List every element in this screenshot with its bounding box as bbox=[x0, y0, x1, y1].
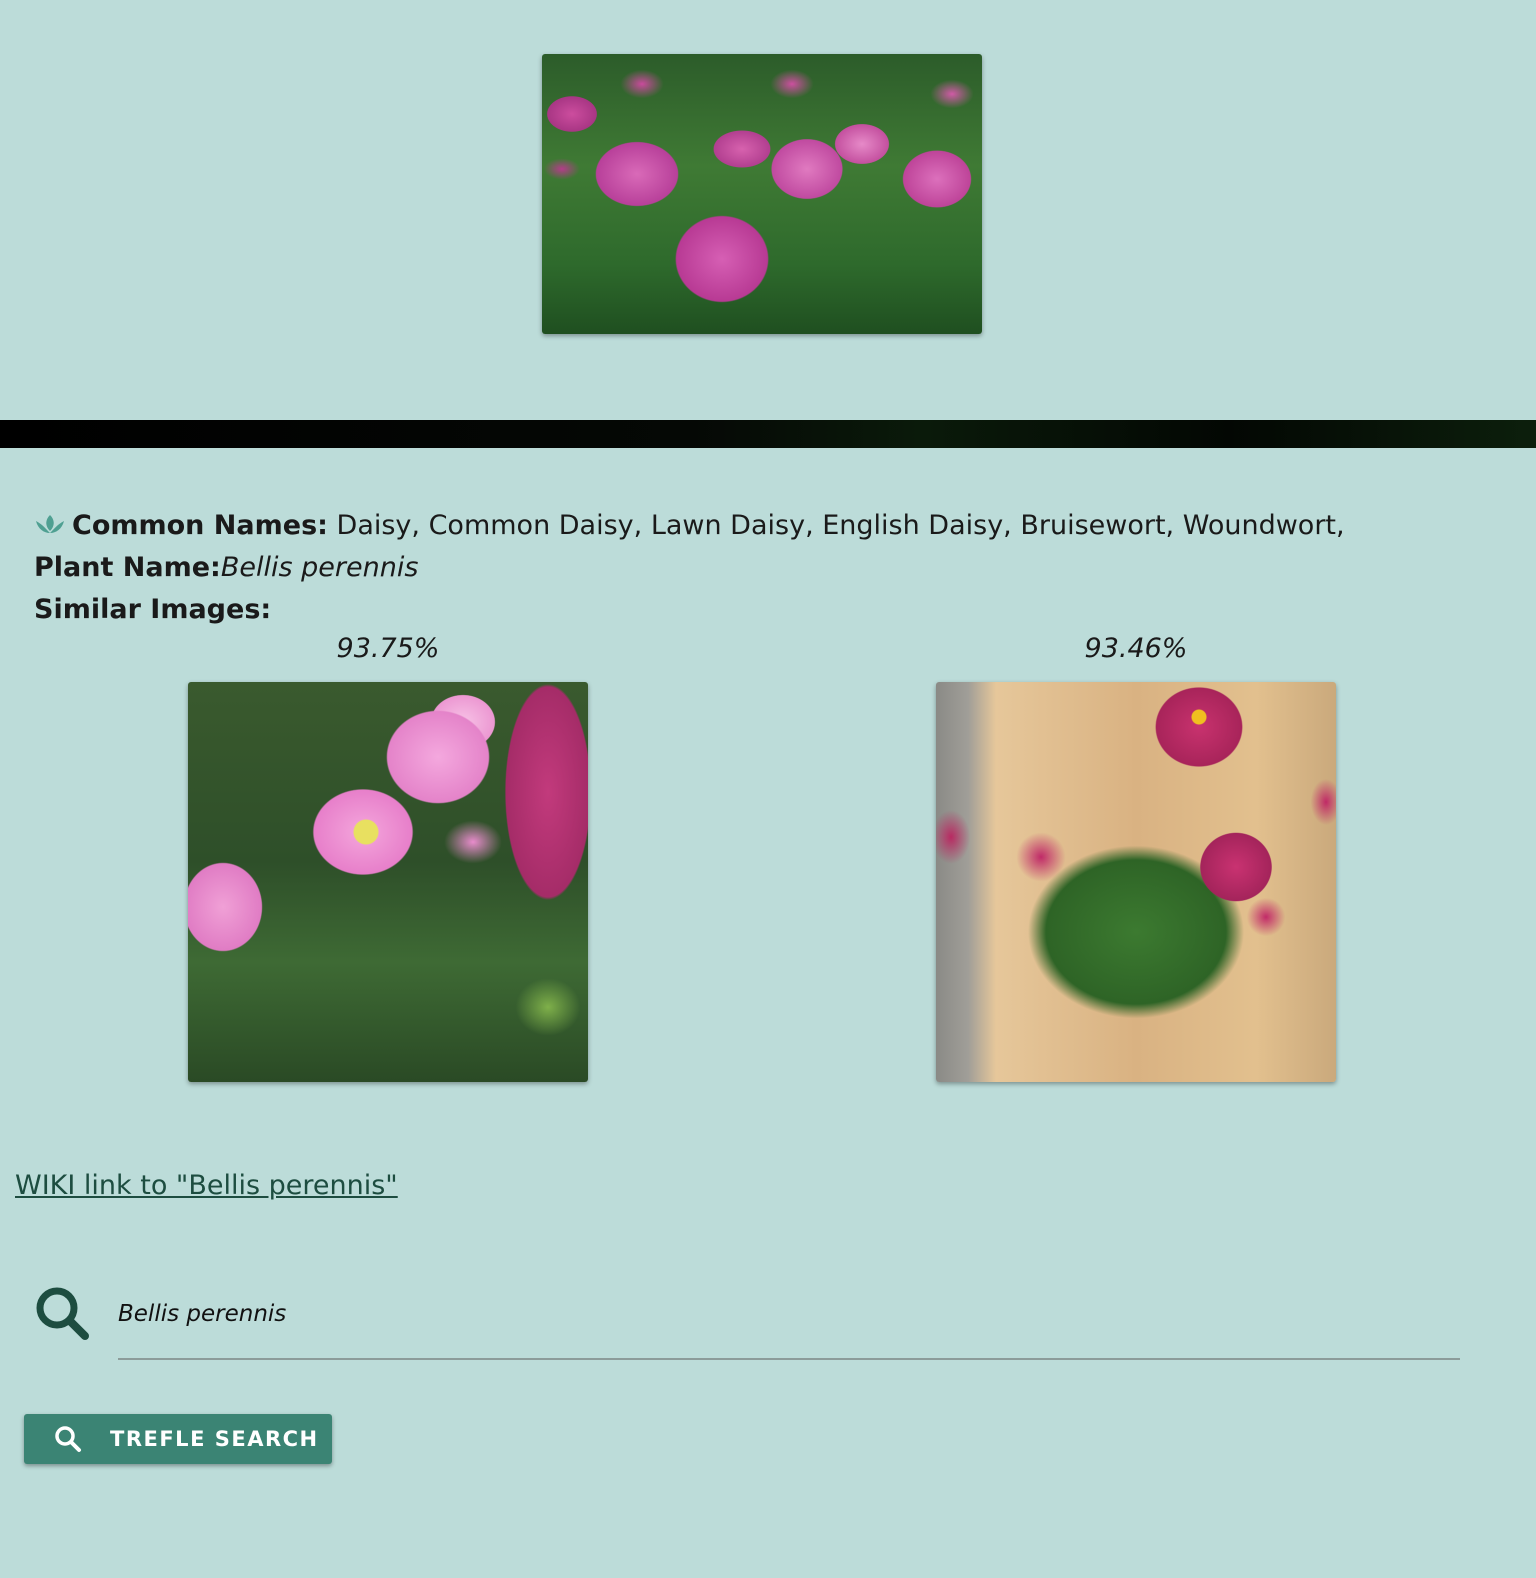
similar-image[interactable] bbox=[188, 682, 588, 1082]
lotus-icon bbox=[36, 515, 64, 533]
search-icon bbox=[36, 1287, 89, 1340]
similar-image[interactable] bbox=[936, 682, 1336, 1082]
similar-images-label: Similar Images: bbox=[34, 594, 272, 625]
similar-image-card: 93.75% bbox=[188, 628, 588, 1082]
similar-images-heading-row: Similar Images: bbox=[34, 589, 1345, 631]
search-field bbox=[118, 1290, 1460, 1360]
uploaded-plant-image bbox=[542, 54, 982, 334]
common-names-label: Common Names: bbox=[72, 510, 328, 541]
image-band-divider bbox=[0, 420, 1536, 448]
trefle-search-button[interactable]: TREFLE SEARCH bbox=[24, 1414, 332, 1464]
plant-name-value: Bellis perennis bbox=[220, 552, 419, 583]
similarity-score: 93.75% bbox=[336, 633, 440, 664]
wiki-link[interactable]: WIKI link to "Bellis perennis" bbox=[15, 1165, 398, 1207]
common-names-value: Daisy, Common Daisy, Lawn Daisy, English… bbox=[336, 510, 1345, 541]
plant-name-row: Plant Name:Bellis perennis bbox=[34, 547, 1345, 589]
similarity-score: 93.46% bbox=[1084, 633, 1188, 664]
plant-info: Common Names: Daisy, Common Daisy, Lawn … bbox=[34, 505, 1345, 631]
similar-image-card: 93.46% bbox=[936, 628, 1336, 1082]
search-icon bbox=[55, 1426, 81, 1452]
common-names-row: Common Names: Daisy, Common Daisy, Lawn … bbox=[34, 505, 1345, 547]
trefle-search-label: TREFLE SEARCH bbox=[110, 1427, 319, 1451]
search-input[interactable] bbox=[118, 1290, 1460, 1338]
plant-name-label: Plant Name: bbox=[34, 552, 221, 583]
